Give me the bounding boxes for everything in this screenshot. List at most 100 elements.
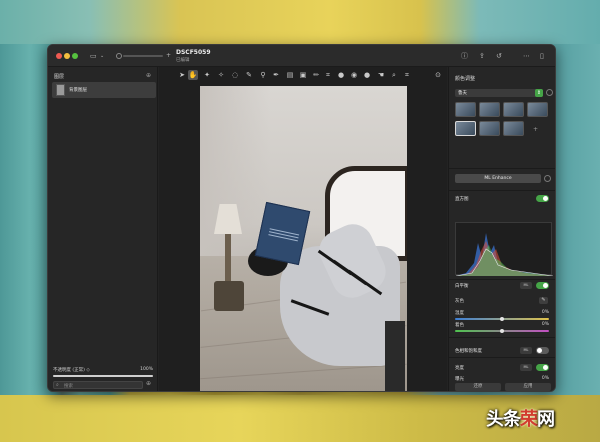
temperature-slider-knob[interactable] xyxy=(500,317,504,321)
ml-enhance-button[interactable]: ML Enhance xyxy=(455,174,541,183)
close-button[interactable] xyxy=(56,53,62,59)
info-icon[interactable]: ⓘ xyxy=(461,51,468,61)
watermark-char: 网 xyxy=(537,409,555,430)
watermark-char: 条 xyxy=(503,409,521,430)
more-tools-icon[interactable]: ⊙ xyxy=(433,70,443,80)
watermark-logo: 头条荣网 xyxy=(486,405,555,431)
clone-icon[interactable]: ⌗ xyxy=(323,70,333,80)
inspector-toggle-icon[interactable]: ▯ xyxy=(540,51,544,61)
zoom-slider-knob[interactable] xyxy=(116,53,122,59)
adjust-panel-title: 颜色调整 xyxy=(455,76,476,82)
eyedropper-icon[interactable]: ⚲ xyxy=(258,70,268,80)
minimize-button[interactable] xyxy=(64,53,70,59)
white-balance-toggle[interactable] xyxy=(536,282,549,289)
tint-slider[interactable] xyxy=(455,329,549,333)
opacity-label[interactable]: 不透明度 (正常) ◇ xyxy=(53,367,90,373)
watermark-accent-char: 荣 xyxy=(520,409,538,430)
photo-lamp-base xyxy=(214,281,244,311)
ml-enhance-reset-icon[interactable] xyxy=(544,175,551,182)
temperature-value: 0% xyxy=(541,310,549,315)
brightness-ml-badge[interactable]: ML xyxy=(520,364,532,371)
divider xyxy=(449,337,555,338)
preset-thumbnail[interactable] xyxy=(503,121,524,136)
hue-saturation-label: 色相和饱和度 xyxy=(455,349,482,354)
temperature-slider[interactable] xyxy=(455,317,549,321)
temperature-label: 温度 xyxy=(455,311,464,316)
layer-search-input[interactable]: ⌕ 搜索 xyxy=(53,381,143,389)
divider xyxy=(449,168,555,169)
magic-wand-icon[interactable]: ✧ xyxy=(216,70,226,80)
layer-item-background[interactable]: 背景图层 xyxy=(52,82,156,98)
pen-icon[interactable]: ✒ xyxy=(271,70,281,80)
white-balance-label: 白平衡 xyxy=(455,284,469,289)
document-status: 已编辑 xyxy=(176,58,190,63)
gradient-icon[interactable]: ▤ xyxy=(285,70,295,80)
hue-saturation-ml-badge[interactable]: ML xyxy=(520,347,532,354)
hand-icon[interactable]: ☚ xyxy=(376,70,386,80)
arrow-tool-icon[interactable]: ➤ xyxy=(177,70,187,80)
preset-thumbnail[interactable] xyxy=(455,102,476,117)
undo-icon[interactable]: ↺ xyxy=(496,51,502,61)
preset-dropdown[interactable]: 鲁夫 ⇕ xyxy=(455,89,543,97)
crop-icon[interactable]: ⌗ xyxy=(402,70,412,80)
divider xyxy=(449,190,555,191)
add-layer-icon[interactable]: ⊕ xyxy=(146,72,151,79)
opacity-slider-fill xyxy=(53,375,153,377)
chevron-down-icon[interactable]: ⌄ xyxy=(100,51,104,61)
layer-thumbnail xyxy=(56,84,65,96)
layers-title: 图层 xyxy=(54,74,65,80)
preset-thumbnail[interactable] xyxy=(527,102,548,117)
opacity-value: 100% xyxy=(140,367,153,372)
preset-reset-icon[interactable] xyxy=(546,89,553,96)
layer-name: 背景图层 xyxy=(69,88,87,93)
tools-toolbar: ➤ ✋ ✦ ✧ ◌ ✎ ⚲ ✒ ▤ ▣ ✏ ⌗ ● ◉ ● ☚ ⌕ ⌗ ⊙ xyxy=(159,67,447,85)
histogram-toggle[interactable] xyxy=(536,195,549,202)
share-icon[interactable]: ⇪ xyxy=(479,51,485,61)
preset-thumbnail[interactable] xyxy=(479,121,500,136)
fill-icon[interactable]: ▣ xyxy=(298,70,308,80)
photo-canvas[interactable] xyxy=(200,86,407,391)
preset-label: 鲁夫 xyxy=(458,91,467,96)
book-title-lines xyxy=(269,228,300,236)
opacity-slider[interactable] xyxy=(53,375,153,377)
blur-icon[interactable]: ● xyxy=(336,70,346,80)
reset-button[interactable]: 还原 xyxy=(455,383,501,391)
chevron-updown-icon: ⇕ xyxy=(535,89,543,97)
apply-button[interactable]: 应用 xyxy=(505,383,551,391)
pan-tool-icon[interactable]: ✋ xyxy=(188,70,198,80)
zoom-in-icon[interactable]: + xyxy=(166,51,171,61)
layer-options-icon[interactable]: ⊕ xyxy=(146,380,151,387)
titlebar: ▭ ⌄ + DSCF5059 已编辑 ⓘ ⇪ ↺ ⋯ ▯ xyxy=(48,45,555,67)
zoom-icon[interactable]: ⌕ xyxy=(389,70,399,80)
dodge-icon[interactable]: ● xyxy=(362,70,372,80)
brush-icon[interactable]: ✎ xyxy=(244,70,254,80)
add-preset-icon[interactable]: + xyxy=(533,126,538,133)
preset-thumbnail[interactable] xyxy=(503,102,524,117)
preset-thumbnail[interactable] xyxy=(479,102,500,117)
divider xyxy=(449,279,555,280)
eyedropper-button[interactable]: ✎ xyxy=(539,297,548,304)
sharpen-icon[interactable]: ◉ xyxy=(349,70,359,80)
preset-thumbnail-selected[interactable] xyxy=(455,121,476,136)
histogram-graph xyxy=(455,233,554,277)
magic-select-icon[interactable]: ✦ xyxy=(202,70,212,80)
layers-sidebar: 图层 ⊕ 背景图层 不透明度 (正常) ◇ 100% ⌕ 搜索 ⊕ xyxy=(48,67,158,391)
document-title: DSCF5059 xyxy=(176,49,211,56)
app-window: ▭ ⌄ + DSCF5059 已编辑 ⓘ ⇪ ↺ ⋯ ▯ 图层 ⊕ 背景图层 不… xyxy=(47,44,556,392)
more-icon[interactable]: ⋯ xyxy=(523,51,530,61)
zoom-slider[interactable] xyxy=(123,55,163,57)
brightness-label: 亮度 xyxy=(455,366,464,371)
exposure-value: 0% xyxy=(541,376,549,381)
pencil-icon[interactable]: ✏ xyxy=(311,70,321,80)
search-icon: ⌕ xyxy=(56,382,59,388)
lasso-icon[interactable]: ◌ xyxy=(230,70,240,80)
photo-person-leg xyxy=(385,321,405,391)
brightness-toggle[interactable] xyxy=(536,364,549,371)
hue-saturation-toggle[interactable] xyxy=(536,347,549,354)
zoom-button[interactable] xyxy=(72,53,78,59)
tint-slider-knob[interactable] xyxy=(500,329,504,333)
white-balance-ml-badge[interactable]: ML xyxy=(520,282,532,289)
divider xyxy=(449,357,555,358)
sidebar-toggle-icon[interactable]: ▭ xyxy=(90,51,97,61)
desktop-top-plank xyxy=(0,0,600,44)
